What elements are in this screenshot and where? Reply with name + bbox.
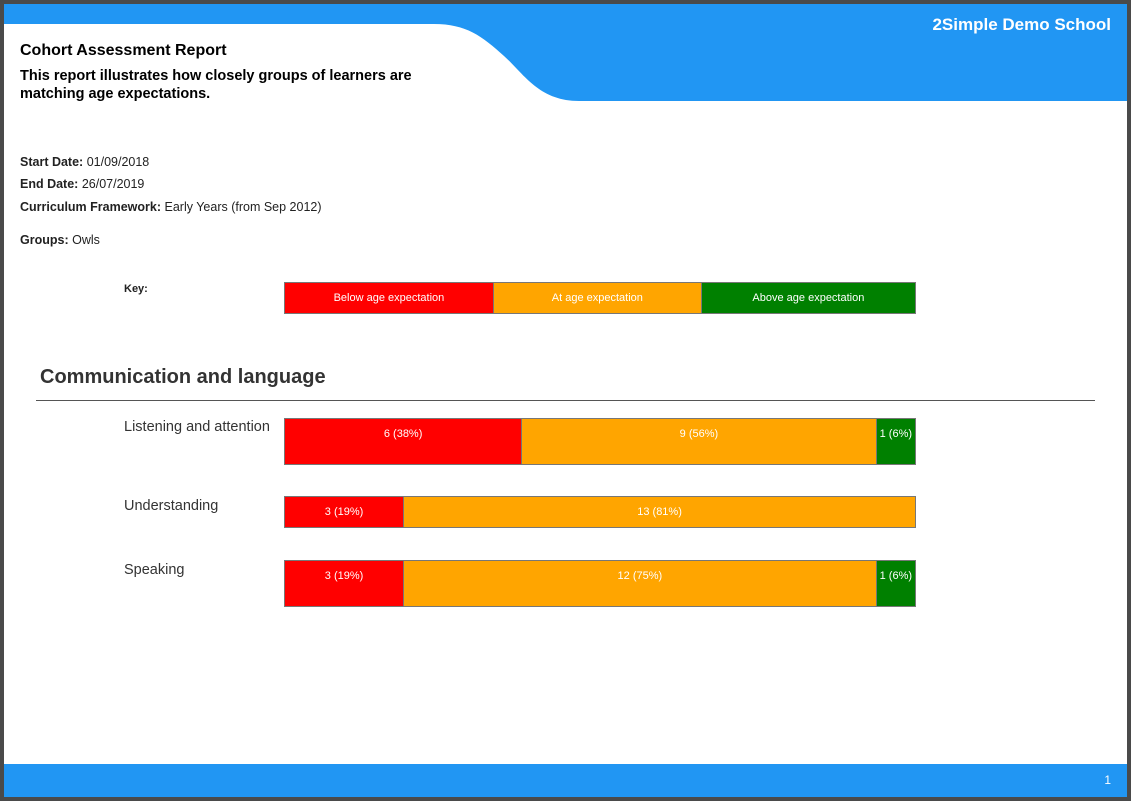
bar-segment-below: 3 (19%)	[285, 497, 404, 527]
bar-segment-label: 13 (81%)	[637, 506, 682, 518]
report-subtitle: This report illustrates how closely grou…	[20, 68, 412, 102]
key-at: At age expectation	[492, 283, 701, 313]
report-title: Cohort Assessment Report	[20, 42, 227, 59]
curriculum-framework: Curriculum Framework: Early Years (from …	[20, 200, 322, 214]
bar-segment-at: 13 (81%)	[403, 497, 915, 527]
bar-segment-label: 3 (19%)	[324, 506, 364, 518]
footer-band	[4, 764, 1127, 797]
bar-segment-below: 3 (19%)	[285, 561, 404, 606]
bar-segment-label: 12 (75%)	[617, 570, 663, 582]
groups-label: Groups:	[20, 233, 69, 247]
key-above: Above age expectation	[700, 283, 915, 313]
framework-label: Curriculum Framework:	[20, 200, 162, 214]
start-date-label: Start Date:	[20, 155, 84, 169]
bar-segment-label: 9 (56%)	[679, 428, 719, 440]
groups: Groups: Owls	[20, 233, 100, 247]
row-label-listening: Listening and attention	[124, 419, 270, 435]
bar-segment-above: 1 (6%)	[875, 419, 915, 464]
section-title: Communication and language	[40, 366, 326, 388]
key-label: Key:	[124, 283, 148, 295]
start-date-value: 01/09/2018	[86, 155, 150, 169]
section-divider	[36, 400, 1095, 401]
end-date-label: End Date:	[20, 177, 79, 191]
end-date: End Date: 26/07/2019	[20, 177, 144, 191]
school-name: 2Simple Demo School	[932, 15, 1111, 34]
bar-speaking: 3 (19%) 12 (75%) 1 (6%)	[284, 560, 916, 607]
bar-segment-below: 6 (38%)	[285, 419, 522, 464]
report-page: 2Simple Demo School Cohort Assessment Re…	[4, 4, 1127, 797]
row-label-speaking: Speaking	[124, 562, 185, 578]
end-date-value: 26/07/2019	[81, 177, 145, 191]
framework-value: Early Years (from Sep 2012)	[164, 200, 322, 214]
bar-segment-label: 6 (38%)	[383, 428, 423, 440]
bar-segment-label: 3 (19%)	[324, 570, 364, 582]
bar-segment-label: 1 (6%)	[879, 428, 913, 440]
bar-segment-label: 1 (6%)	[879, 570, 913, 582]
bar-understanding: 3 (19%) 13 (81%)	[284, 496, 916, 528]
start-date: Start Date: 01/09/2018	[20, 155, 149, 169]
row-label-understanding: Understanding	[124, 498, 219, 514]
bar-listening: 6 (38%) 9 (56%) 1 (6%)	[284, 418, 916, 465]
legend-key: Below age expectation At age expectation…	[284, 282, 916, 314]
bar-segment-at: 9 (56%)	[521, 419, 876, 464]
bar-segment-at: 12 (75%)	[403, 561, 876, 606]
groups-value: Owls	[72, 233, 100, 247]
bar-segment-above: 1 (6%)	[875, 561, 915, 606]
key-below: Below age expectation	[285, 283, 493, 313]
page-number: 1	[1104, 773, 1111, 787]
